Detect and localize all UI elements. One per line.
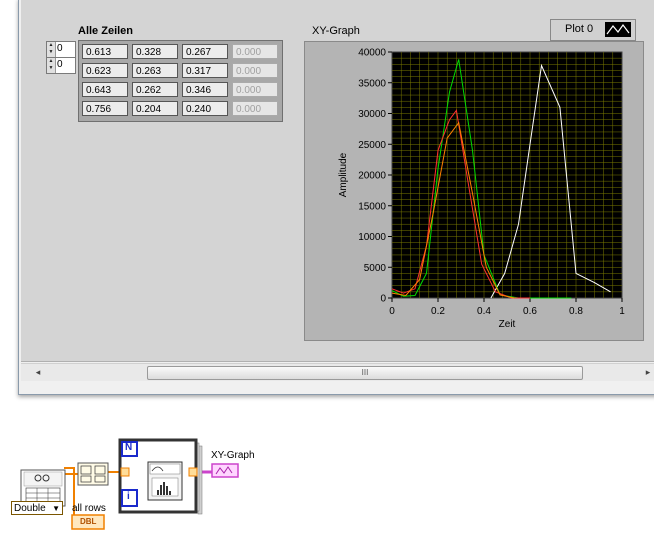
xy-graph-terminal-icon[interactable] xyxy=(211,463,239,478)
x-axis-label: Zeit xyxy=(499,319,516,330)
front-panel-window: Alle Zeilen ▲ ▼ 0 ▲ ▼ 0 0.613 0.328 0.267 … xyxy=(18,0,654,395)
scrollbar-thumb[interactable]: III xyxy=(147,366,583,380)
horizontal-scrollbar[interactable]: ◂ III ▸ xyxy=(21,363,654,381)
y-tick-label: 0 xyxy=(380,294,386,305)
y-tick-label: 15000 xyxy=(358,201,386,212)
array-cell[interactable]: 0.643 xyxy=(82,82,128,97)
chevron-down-icon[interactable]: ▼ xyxy=(52,502,60,516)
array-cell[interactable]: 0.262 xyxy=(132,82,178,97)
col-index-value: 0 xyxy=(57,59,63,70)
row-index-spinner-icon[interactable]: ▲ ▼ xyxy=(47,42,56,57)
x-tick-label: 0.8 xyxy=(569,306,583,317)
constant-label: all rows xyxy=(72,503,106,514)
graph-terminal-label: XY-Graph xyxy=(211,450,255,461)
array-cell[interactable]: 0.613 xyxy=(82,44,128,59)
array-cell[interactable]: 0.328 xyxy=(132,44,178,59)
y-tick-label: 40000 xyxy=(358,48,386,59)
index-array-node-icon[interactable] xyxy=(77,462,109,486)
graph-label: XY-Graph xyxy=(312,25,360,37)
block-diagram: N i XY-Graph all rows DBL Double ▼ xyxy=(0,430,300,544)
array-cell[interactable]: 0.000 xyxy=(232,44,278,59)
array-indicator: 0.613 0.328 0.267 0.000 0.623 0.263 0.31… xyxy=(78,40,283,122)
x-tick-label: 0.6 xyxy=(523,306,537,317)
xy-graph[interactable]: 0 0.2 0.4 0.6 0.8 1 0 5000 10000 15000 20000 25000 3… xyxy=(304,41,644,341)
y-tick-label: 30000 xyxy=(358,109,386,120)
scroll-left-arrow-icon[interactable]: ◂ xyxy=(31,365,45,380)
y-tick-label: 10000 xyxy=(358,232,386,243)
array-cell[interactable]: 0.317 xyxy=(182,63,228,78)
x-tick-label: 1 xyxy=(619,306,625,317)
scroll-right-arrow-icon[interactable]: ▸ xyxy=(641,365,654,380)
array-label: Alle Zeilen xyxy=(78,25,134,37)
array-cell[interactable]: 0.204 xyxy=(132,101,178,116)
legend-line-style-icon[interactable] xyxy=(605,22,631,37)
type-selector-value: Double xyxy=(14,503,46,514)
col-index-spinner-icon[interactable]: ▲ ▼ xyxy=(47,58,56,73)
row-index-control[interactable]: ▲ ▼ 0 xyxy=(46,41,76,58)
array-cell[interactable]: 0.000 xyxy=(232,101,278,116)
y-axis-label: Amplitude xyxy=(338,152,349,197)
statistics-express-vi-icon[interactable] xyxy=(147,461,183,501)
array-cell[interactable]: 0.240 xyxy=(182,101,228,116)
row-index-value: 0 xyxy=(57,43,63,54)
array-cell[interactable]: 0.267 xyxy=(182,44,228,59)
x-tick-label: 0.2 xyxy=(431,306,445,317)
loop-count-label: N xyxy=(125,442,133,453)
y-tick-label: 5000 xyxy=(364,263,387,274)
array-cell[interactable]: 0.623 xyxy=(82,63,128,78)
x-tick-label: 0.4 xyxy=(477,306,491,317)
array-cell[interactable]: 0.000 xyxy=(232,82,278,97)
plot-legend[interactable]: Plot 0 xyxy=(550,19,636,41)
y-tick-label: 25000 xyxy=(358,140,386,151)
loop-iteration-label: i xyxy=(127,491,130,502)
array-cell[interactable]: 0.000 xyxy=(232,63,278,78)
array-cell[interactable]: 0.263 xyxy=(132,63,178,78)
xy-graph-svg: 0 0.2 0.4 0.6 0.8 1 0 5000 10000 15000 20000 25000 3… xyxy=(338,48,625,331)
col-index-control[interactable]: ▲ ▼ 0 xyxy=(46,57,76,74)
y-tick-label: 35000 xyxy=(358,78,386,89)
array-cell[interactable]: 0.346 xyxy=(182,82,228,97)
y-tick-label: 20000 xyxy=(358,171,386,182)
legend-plot-name: Plot 0 xyxy=(565,23,594,35)
array-cell[interactable]: 0.756 xyxy=(82,101,128,116)
dbl-terminal-label: DBL xyxy=(80,517,97,526)
x-tick-label: 0 xyxy=(389,306,395,317)
block-diagram-svg xyxy=(20,438,239,530)
front-panel-canvas: Alle Zeilen ▲ ▼ 0 ▲ ▼ 0 0.613 0.328 0.267 … xyxy=(21,0,654,362)
type-selector-dropdown[interactable]: Double ▼ xyxy=(11,501,63,515)
